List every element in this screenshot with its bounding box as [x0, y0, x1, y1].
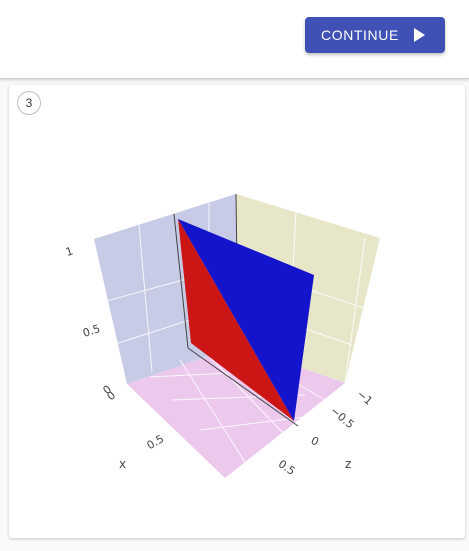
continue-label: CONTINUE [321, 27, 399, 43]
y-tick-neg1: −1 [354, 387, 375, 407]
x-tick-0: 0 [104, 389, 118, 403]
x-axis-title: x [119, 457, 126, 471]
play-icon [413, 28, 425, 42]
y-tick-0.5: 0.5 [276, 457, 298, 478]
z-tick-1: 1 [64, 244, 75, 259]
y-tick-neg0.5: −0.5 [328, 404, 357, 431]
3d-plot[interactable]: 1 0.5 0 0 0.5 x −1 −0.5 0 0.5 z [9, 85, 465, 538]
z-tick-0.5: 0.5 [81, 322, 102, 340]
plot-card: 3 1 0.5 0 0 0.5 x −1 −0.5 0 0.5 z [9, 85, 465, 538]
x-tick-0.5: 0.5 [145, 432, 167, 452]
y-tick-0: 0 [309, 434, 322, 449]
z-axis-title: z [345, 457, 351, 471]
continue-button[interactable]: CONTINUE [305, 17, 445, 53]
top-toolbar: CONTINUE [0, 0, 469, 79]
